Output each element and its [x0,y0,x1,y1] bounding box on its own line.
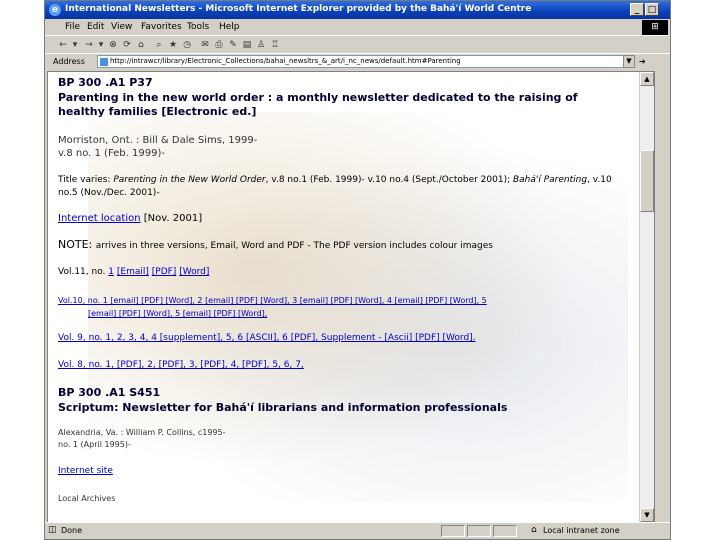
address-dropdown-icon[interactable]: ▼ [623,55,635,68]
ie-icon: e [49,4,61,16]
edit-icon[interactable]: ✎ [227,39,239,51]
vol11-label: Vol.11, no. [58,267,109,277]
vol9-line[interactable]: Vol. 9, no. 1, 2, 3, 4, 4 [supplement], … [58,332,633,345]
record1-note: NOTE: arrives in three versions, Email, … [58,238,493,253]
menu-bar: File Edit View Favorites Tools Help ⊞ [45,19,670,35]
address-bar: Address http://intrawcr/library/Electron… [45,53,670,70]
vol8-line[interactable]: Vol. 8, no. 1, [PDF], 2, [PDF], 3, [PDF]… [58,359,304,372]
go-arrow-icon[interactable]: ➔ [639,55,665,68]
zone-text: Local intranet zone [543,526,620,535]
title-bar[interactable]: e International Newsletters - Microsoft … [45,1,670,19]
toolbar: ← ▾ → ▾ ⊗ ⟳ ⌂ ⌕ ★ ◷ ✉ ⎙ ✎ ▤ ♙ ♖ [45,35,670,54]
vol10-line2[interactable]: [email] [PDF] [Word], 5 [email] [PDF] [W… [88,307,267,320]
address-value: http://intrawcr/library/Electronic_Colle… [110,57,461,65]
history-icon[interactable]: ◷ [181,39,193,51]
note-text: arrives in three versions, Email, Word a… [95,241,493,251]
home-icon[interactable]: ⌂ [135,39,147,51]
menu-edit[interactable]: Edit [87,22,104,32]
varies-title-1: Parenting in the New World Order [113,175,266,185]
status-segment-3 [493,525,517,537]
record1-location: Internet location [Nov. 2001] [58,212,202,225]
back-dropdown-icon[interactable]: ▾ [69,39,81,51]
vol11-no1[interactable]: 1 [108,267,114,277]
favorites-icon[interactable]: ★ [167,39,179,51]
scroll-down-icon[interactable]: ▼ [640,508,654,522]
status-text: Done [61,526,83,535]
print-icon[interactable]: ⎙ [213,39,225,51]
forward-dropdown-icon[interactable]: ▾ [95,39,107,51]
windows-logo-icon: ⊞ [642,20,668,35]
internet-site-link[interactable]: Internet site [58,465,113,478]
status-bar: ◫ Done ⌂ Local intranet zone [45,522,670,539]
address-input[interactable]: http://intrawcr/library/Electronic_Colle… [97,55,632,68]
record1-imprint: Morriston, Ont. : Bill & Dale Sims, 1999… [58,135,258,146]
page-content: BP 300 .A1 P37 Parenting in the new worl… [47,71,655,523]
varies-lead: Title varies: [58,175,114,185]
scroll-up-icon[interactable]: ▲ [640,72,654,86]
intranet-zone-icon: ⌂ [531,525,537,535]
local-archives: Local Archives [58,494,116,503]
vol10-line1[interactable]: Vol.10, no. 1 [email] [PDF] [Word], 2 [e… [58,294,633,307]
search-icon[interactable]: ⌕ [153,39,165,51]
scroll-thumb[interactable] [640,150,654,212]
browser-window: e International Newsletters - Microsoft … [44,0,671,540]
maximize-icon[interactable]: □ [645,3,659,16]
record1-holdings: v.8 no. 1 (Feb. 1999)- [58,148,165,159]
status-segment-1 [441,525,465,537]
refresh-icon[interactable]: ⟳ [121,39,133,51]
menu-view[interactable]: View [111,22,132,32]
research-icon[interactable]: ♖ [269,39,281,51]
page-done-icon: ◫ [48,525,57,535]
address-label: Address [53,57,85,66]
vol11-email-link[interactable]: [Email] [117,267,149,277]
note-label: NOTE: [58,238,96,251]
record1-title: Parenting in the new world order : a mon… [58,91,578,118]
vol11-word-link[interactable]: [Word] [179,267,209,277]
record2-title: Scriptum: Newsletter for Bahá'í libraria… [58,401,508,414]
menu-file[interactable]: File [65,22,80,32]
minimize-icon[interactable]: _ [630,3,644,16]
record1-callnumber: BP 300 .A1 P37 [58,76,153,89]
status-segment-2 [467,525,491,537]
vol11-line: Vol.11, no. 1 [Email] [PDF] [Word] [58,266,209,279]
back-icon[interactable]: ← [57,39,69,51]
forward-icon[interactable]: → [83,39,95,51]
stop-icon[interactable]: ⊗ [107,39,119,51]
discuss-icon[interactable]: ▤ [241,39,253,51]
internet-location-link[interactable]: Internet location [58,213,141,224]
record2-holdings: no. 1 (April 1995)- [58,440,131,449]
mail-icon[interactable]: ✉ [199,39,211,51]
window-title: International Newsletters - Microsoft In… [65,4,532,14]
location-date: [Nov. 2001] [140,213,203,224]
record2-callnumber: BP 300 .A1 S451 [58,386,161,399]
menu-tools[interactable]: Tools [187,22,209,32]
page-icon [100,58,108,66]
messenger-icon[interactable]: ♙ [255,39,267,51]
menu-favorites[interactable]: Favorites [141,22,182,32]
record1-title-varies: Title varies: Parenting in the New World… [58,174,633,200]
vol11-pdf-link[interactable]: [PDF] [152,267,177,277]
varies-title-2: Bahá'í Parenting [512,175,588,185]
vertical-scrollbar[interactable]: ▲ ▼ [639,72,654,522]
menu-help[interactable]: Help [219,22,240,32]
varies-mid: , v.8 no.1 (Feb. 1999)- v.10 no.4 (Sept.… [265,175,513,185]
